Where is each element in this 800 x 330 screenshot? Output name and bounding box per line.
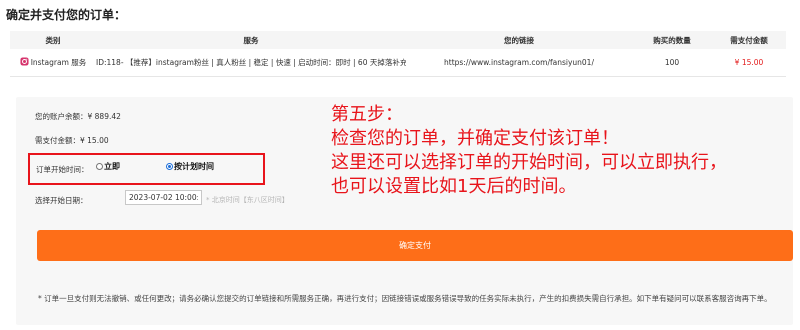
radio-scheduled-circle[interactable] <box>166 163 173 170</box>
cell-link: https://www.instagram.com/fansiyun01/ <box>406 49 632 77</box>
radio-now-circle[interactable] <box>96 163 103 170</box>
confirm-payment-button[interactable]: 确定支付 <box>37 230 793 261</box>
page-title: 确定并支付您的订单： <box>6 8 127 22</box>
cell-amount: ¥ 15.00 <box>712 49 786 77</box>
instagram-icon <box>20 57 29 66</box>
table-row: Instagram 服务 ID:118- 【推荐】instagram粉丝 | 真… <box>10 49 786 77</box>
header-service: 服务 <box>96 31 406 49</box>
balance-row: 您的账户余额：¥ 889.42 <box>35 111 121 122</box>
annotation-line: 第五步： <box>331 104 403 125</box>
order-table: 类别 服务 您的链接 购买的数量 需支付金额 Instagram 服务 ID:1… <box>10 31 786 77</box>
payment-panel: 您的账户余额：¥ 889.42 需支付金额：¥ 15.00 订单开始时间： 立即… <box>16 97 793 325</box>
start-time-label: 订单开始时间： <box>36 165 89 174</box>
step-annotation: 第五步： 检查您的订单，并确定支付该订单！ 这里还可以选择订单的开始时间，可以立… <box>331 103 791 199</box>
start-time-highlight: 订单开始时间： 立即 按计划时间 <box>28 153 265 185</box>
radio-start-scheduled[interactable]: 按计划时间 <box>166 161 214 172</box>
header-amount: 需支付金额 <box>712 31 786 49</box>
cell-service: ID:118- 【推荐】instagram粉丝 | 真人粉丝 | 稳定 | 快速… <box>96 49 406 77</box>
payment-notice: * 订单一旦支付则无法撤销、或任何更改；请务必确认您提交的订单链接和所需服务正确… <box>38 294 772 303</box>
header-link: 您的链接 <box>406 31 632 49</box>
start-date-label: 选择开始日期： <box>35 196 88 205</box>
due-label: 需支付金额： <box>35 136 80 145</box>
annotation-line: 这里还可以选择订单的开始时间，可以立即执行， <box>331 152 727 173</box>
balance-value: ¥ 889.42 <box>87 112 121 121</box>
category-text: Instagram 服务 <box>30 57 87 67</box>
cell-category: Instagram 服务 <box>10 49 96 77</box>
balance-label: 您的账户余额： <box>35 112 88 121</box>
start-date-input[interactable] <box>125 190 202 205</box>
due-row: 需支付金额：¥ 15.00 <box>35 135 109 146</box>
timezone-note: * 北京时间【东八区时间】 <box>206 196 289 204</box>
radio-now-label: 立即 <box>104 162 120 171</box>
annotation-line: 检查您的订单，并确定支付该订单！ <box>331 128 619 149</box>
table-header-row: 类别 服务 您的链接 购买的数量 需支付金额 <box>10 31 786 49</box>
header-quantity: 购买的数量 <box>632 31 712 49</box>
radio-scheduled-label: 按计划时间 <box>174 162 214 171</box>
due-value: ¥ 15.00 <box>80 136 109 145</box>
header-category: 类别 <box>10 31 96 49</box>
annotation-line: 也可以设置比如1天后的时间。 <box>331 176 577 197</box>
radio-start-now[interactable]: 立即 <box>96 161 120 172</box>
cell-quantity: 100 <box>632 49 712 77</box>
